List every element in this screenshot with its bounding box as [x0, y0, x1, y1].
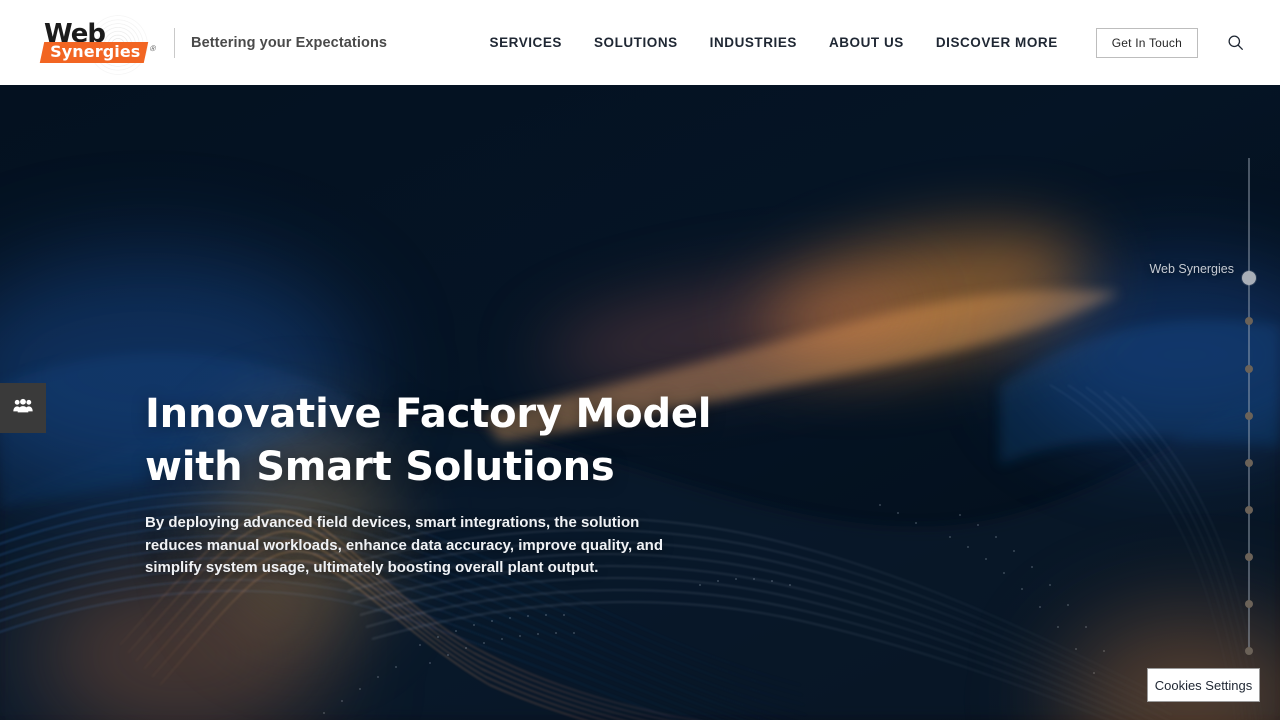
- search-icon[interactable]: [1224, 32, 1246, 54]
- hero-title-line-1: Innovative Factory Model: [145, 391, 712, 437]
- section-dot-9[interactable]: [1245, 647, 1253, 655]
- hero-subtitle: By deploying advanced field devices, sma…: [145, 512, 693, 580]
- hero-subtitle-line-3: system usage, ultimately boosting overal…: [205, 559, 599, 576]
- nav-item-services[interactable]: SERVICES: [490, 35, 578, 50]
- hero-section: Innovative Factory Model with Smart Solu…: [0, 85, 1280, 720]
- web-synergies-logo-icon[interactable]: Web Synergies ®: [39, 14, 157, 75]
- logo-banner: Synergies ®: [39, 41, 157, 63]
- hero-copy: Innovative Factory Model with Smart Solu…: [145, 388, 765, 580]
- section-dot-active-label: Web Synergies: [1149, 262, 1234, 276]
- section-dot-7[interactable]: [1245, 553, 1253, 561]
- section-dot-2[interactable]: [1245, 317, 1253, 325]
- nav-item-solutions[interactable]: SOLUTIONS: [578, 35, 694, 50]
- main-navigation: SERVICES SOLUTIONS INDUSTRIES ABOUT US D…: [490, 27, 1246, 58]
- section-dot-1[interactable]: Web Synergies: [1149, 262, 1256, 285]
- section-dot-6[interactable]: [1245, 506, 1253, 514]
- section-nav-track: [1248, 158, 1250, 648]
- section-dot-3[interactable]: [1245, 365, 1253, 373]
- nav-item-industries[interactable]: INDUSTRIES: [694, 35, 813, 50]
- section-nav-dots: Web Synergies: [1149, 158, 1256, 655]
- nav-item-about-us[interactable]: ABOUT US: [813, 35, 920, 50]
- brand-logo[interactable]: Web Synergies ® Bettering your Expectati…: [39, 14, 388, 75]
- hero-title-line-2: with Smart Solutions: [145, 444, 615, 490]
- cookies-settings-button[interactable]: Cookies Settings: [1147, 668, 1260, 702]
- hero-title: Innovative Factory Model with Smart Solu…: [145, 388, 765, 494]
- section-dot-4[interactable]: [1245, 412, 1253, 420]
- nav-item-discover-more[interactable]: DISCOVER MORE: [920, 35, 1074, 50]
- side-tab-community[interactable]: [0, 383, 46, 433]
- get-in-touch-button[interactable]: Get In Touch: [1095, 27, 1198, 58]
- logo-word-bottom: Synergies: [50, 41, 141, 61]
- section-dot-5[interactable]: [1245, 459, 1253, 467]
- registered-trademark-icon: ®: [148, 43, 157, 53]
- site-header: Web Synergies ® Bettering your Expectati…: [0, 0, 1280, 85]
- brand-tagline: Bettering your Expectations: [191, 34, 388, 51]
- section-dot-8[interactable]: [1245, 600, 1253, 608]
- people-group-icon: [13, 398, 33, 419]
- brand-divider: [174, 27, 175, 58]
